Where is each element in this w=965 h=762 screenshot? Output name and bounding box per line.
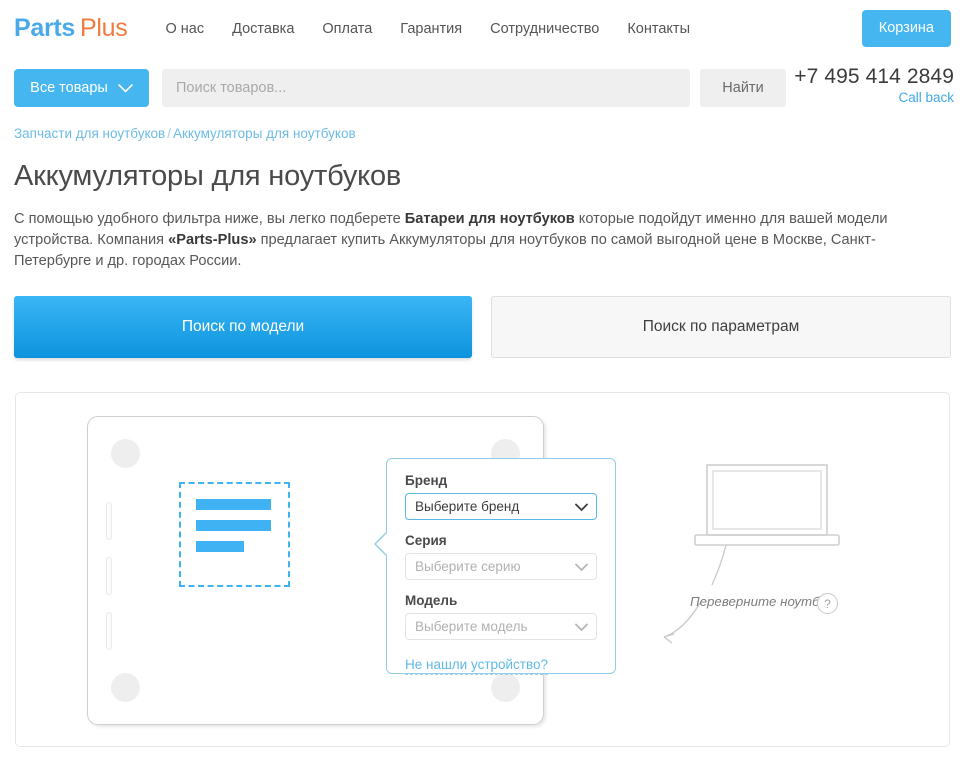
intro-text-1: С помощью удобного фильтра ниже, вы легк… xyxy=(14,211,405,227)
model-select[interactable]: Выберите модель xyxy=(405,613,597,640)
intro-bold-2: «Parts-Plus» xyxy=(168,232,256,248)
laptop-vent-icon xyxy=(106,557,112,595)
laptop-foot-icon xyxy=(111,673,140,702)
search-input[interactable] xyxy=(162,69,690,107)
brand-select-value: Выберите бренд xyxy=(415,499,519,514)
laptop-open-illustration xyxy=(679,463,854,553)
help-icon[interactable]: ? xyxy=(817,593,838,614)
nav-partnership[interactable]: Сотрудничество xyxy=(490,21,599,37)
intro-bold-1: Батареи для ноутбуков xyxy=(405,211,575,227)
laptop-foot-icon xyxy=(111,439,140,468)
sticker-bar xyxy=(196,520,271,531)
model-select-value: Выберите модель xyxy=(415,619,527,634)
breadcrumb-current[interactable]: Аккумуляторы для ноутбуков xyxy=(173,126,356,141)
nav-payment[interactable]: Оплата xyxy=(322,21,372,37)
sticker-bar xyxy=(196,541,244,552)
brand-field-label: Бренд xyxy=(405,473,597,488)
nav-about[interactable]: О нас xyxy=(165,21,204,37)
series-select-value: Выберите серию xyxy=(415,559,521,574)
device-finder-form: Бренд Выберите бренд Серия Выберите сери… xyxy=(386,458,616,674)
chevron-down-icon xyxy=(575,559,588,574)
find-button[interactable]: Найти xyxy=(700,69,786,107)
all-products-label: Все товары xyxy=(30,80,108,96)
nav-contacts[interactable]: Контакты xyxy=(627,21,690,37)
call-back-link[interactable]: Call back xyxy=(794,90,954,105)
laptop-bottom-illustration: Бренд Выберите бренд Серия Выберите сери… xyxy=(87,416,544,725)
phone-block: +7 495 414 2849 Call back xyxy=(794,65,954,105)
sticker-bar xyxy=(196,499,271,510)
breadcrumb-separator: / xyxy=(167,126,171,141)
site-header: PartsPlus О нас Доставка Оплата Гарантия… xyxy=(0,0,965,57)
search-bar: Все товары Найти +7 495 414 2849 Call ba… xyxy=(0,57,965,119)
model-field-label: Модель xyxy=(405,593,597,608)
page-intro: С помощью удобного фильтра ниже, вы легк… xyxy=(0,209,920,272)
chevron-down-icon xyxy=(118,84,133,93)
series-select[interactable]: Выберите серию xyxy=(405,553,597,580)
laptop-foot-icon xyxy=(491,673,520,702)
page-title: Аккумуляторы для ноутбуков xyxy=(0,160,965,193)
brand-select[interactable]: Выберите бренд xyxy=(405,493,597,520)
chevron-down-icon xyxy=(575,499,588,514)
all-products-dropdown[interactable]: Все товары xyxy=(14,69,149,107)
logo-parts: Parts xyxy=(14,14,75,42)
series-field-label: Серия xyxy=(405,533,597,548)
device-not-found-link[interactable]: Не нашли устройство? xyxy=(405,657,548,675)
nav-delivery[interactable]: Доставка xyxy=(232,21,294,37)
logo-plus: Plus xyxy=(80,14,127,42)
laptop-label-sticker-icon xyxy=(179,482,290,587)
breadcrumb-parent[interactable]: Запчасти для ноутбуков xyxy=(14,126,165,141)
phone-number: +7 495 414 2849 xyxy=(794,65,954,89)
tab-search-by-params[interactable]: Поиск по параметрам xyxy=(491,296,951,358)
laptop-vent-icon xyxy=(106,502,112,540)
nav-warranty[interactable]: Гарантия xyxy=(400,21,462,37)
breadcrumb: Запчасти для ноутбуков/Аккумуляторы для … xyxy=(0,119,965,141)
flip-laptop-tip: Переверните ноутбук xyxy=(690,594,832,609)
search-mode-tabs: Поиск по модели Поиск по параметрам xyxy=(0,272,965,358)
main-navigation: О нас Доставка Оплата Гарантия Сотруднич… xyxy=(165,21,690,37)
tab-search-by-model[interactable]: Поиск по модели xyxy=(14,296,472,358)
laptop-vent-icon xyxy=(106,612,112,650)
chevron-down-icon xyxy=(575,619,588,634)
cart-button[interactable]: Корзина xyxy=(862,10,951,47)
site-logo[interactable]: PartsPlus xyxy=(14,14,127,43)
